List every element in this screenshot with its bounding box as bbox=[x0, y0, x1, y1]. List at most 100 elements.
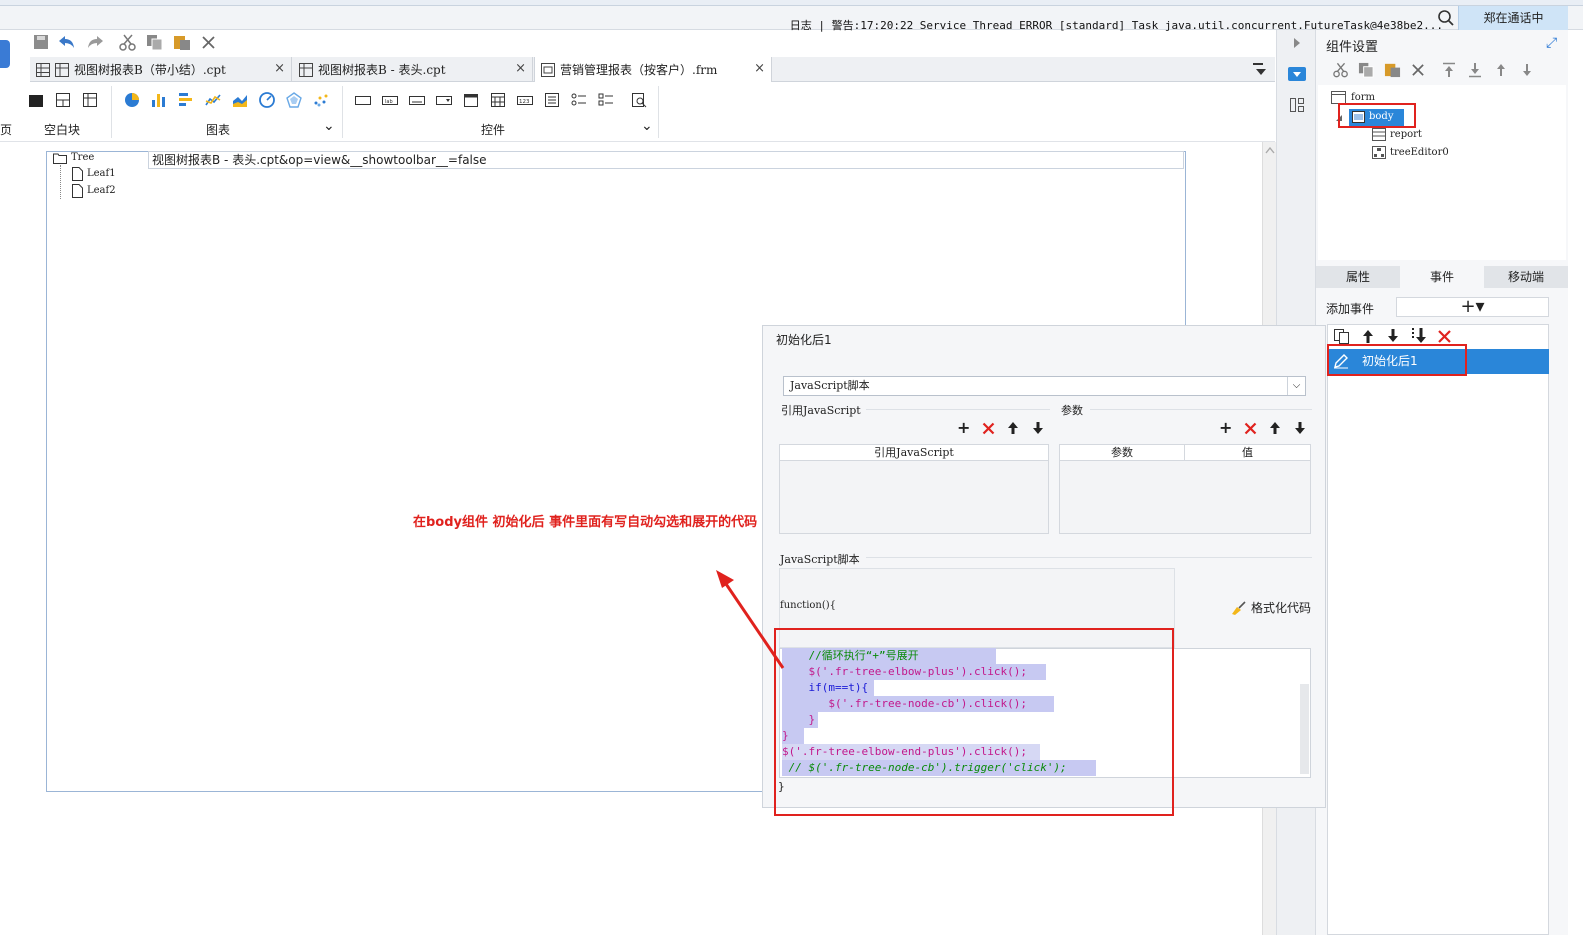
broom-icon bbox=[1232, 601, 1246, 615]
close-icon[interactable]: × bbox=[515, 61, 526, 76]
layout-icon[interactable] bbox=[1289, 97, 1305, 113]
tab-tree-report-header[interactable]: 视图树报表B - 表头.cpt × bbox=[293, 57, 533, 82]
ref-js-table[interactable]: 引用JavaScript bbox=[779, 444, 1049, 534]
move-up-icon[interactable] bbox=[1494, 62, 1508, 78]
tab-tree-report-subtotal[interactable]: 视图树报表B（带小结）.cpt × bbox=[30, 57, 292, 82]
chevron-down-icon[interactable]: ⌵ bbox=[1287, 377, 1305, 395]
pin-icon[interactable]: ⤢ bbox=[1546, 35, 1557, 51]
blank-block-icon[interactable] bbox=[28, 92, 44, 108]
event-type-select[interactable]: JavaScript脚本 bbox=[783, 376, 1306, 396]
user-status[interactable]: 郑在通话中 bbox=[1458, 6, 1568, 31]
move-down-icon[interactable] bbox=[1294, 421, 1306, 435]
calendar-widget-icon[interactable] bbox=[490, 92, 506, 108]
cut-icon[interactable] bbox=[119, 34, 137, 51]
delete-icon[interactable] bbox=[1411, 63, 1425, 77]
tree-leaf-label[interactable]: Leaf1 bbox=[87, 168, 116, 179]
tab-marketing-report[interactable]: 营销管理报表（按客户）.frm × bbox=[534, 57, 772, 82]
tab-events[interactable]: 事件 bbox=[1400, 266, 1484, 288]
delete-param-icon[interactable] bbox=[1244, 422, 1257, 435]
tree-node-tree-editor[interactable]: treeEditor0 bbox=[1390, 147, 1449, 158]
paste-icon[interactable] bbox=[173, 33, 191, 51]
close-icon[interactable]: × bbox=[274, 61, 285, 76]
gauge-chart-icon[interactable] bbox=[259, 92, 275, 108]
copy-icon[interactable] bbox=[1358, 62, 1374, 78]
move-bottom-icon[interactable] bbox=[1468, 62, 1482, 78]
radio-group-widget-icon[interactable] bbox=[571, 92, 587, 108]
widget-ribbon bbox=[0, 82, 1275, 142]
delete-ref-js-icon[interactable] bbox=[982, 422, 995, 435]
undo-icon[interactable] bbox=[58, 34, 76, 50]
component-panel-toggle[interactable] bbox=[1288, 67, 1306, 81]
form-icon bbox=[541, 62, 555, 77]
report-grid-icon bbox=[36, 62, 50, 77]
code-scrollbar[interactable] bbox=[1300, 684, 1309, 774]
move-down-icon[interactable] bbox=[1520, 62, 1534, 78]
ribbon-separator bbox=[658, 86, 659, 138]
expand-right-icon[interactable] bbox=[1292, 37, 1302, 49]
save-icon[interactable] bbox=[33, 34, 49, 50]
add-param-button[interactable]: + bbox=[1219, 420, 1232, 436]
date-widget-icon[interactable] bbox=[463, 92, 479, 108]
tab-label: 视图树报表B（带小结）.cpt bbox=[74, 63, 226, 77]
checkbox-group-widget-icon[interactable] bbox=[598, 92, 614, 108]
tab-menu-icon[interactable] bbox=[1253, 63, 1267, 76]
move-up-icon[interactable] bbox=[1361, 328, 1375, 344]
add-event-button[interactable]: +▾ bbox=[1396, 297, 1549, 317]
search-icon[interactable] bbox=[1437, 9, 1455, 27]
report-url-field[interactable]: 视图树报表B - 表头.cpt&op=view&__showtoolbar__=… bbox=[148, 151, 1184, 169]
dialog-title: 初始化后1 bbox=[776, 333, 832, 347]
combobox-widget-icon[interactable] bbox=[436, 92, 452, 108]
radar-chart-icon[interactable] bbox=[286, 92, 302, 108]
bar-chart-icon[interactable] bbox=[151, 92, 167, 108]
hbar-chart-icon[interactable] bbox=[178, 92, 194, 108]
tab-label: 视图树报表B - 表头.cpt bbox=[318, 63, 446, 77]
redo-icon[interactable] bbox=[86, 34, 104, 50]
highlight-event-item bbox=[1327, 344, 1467, 376]
remove-event-icon[interactable] bbox=[1437, 329, 1452, 344]
split-horizontal-icon[interactable] bbox=[55, 92, 71, 108]
split-grid-icon[interactable] bbox=[82, 92, 98, 108]
paste-icon[interactable] bbox=[1384, 61, 1401, 78]
move-top-icon[interactable] bbox=[1442, 62, 1456, 78]
move-down-icon[interactable] bbox=[1032, 421, 1044, 435]
close-icon[interactable]: × bbox=[754, 61, 765, 76]
label-widget-icon[interactable]: lab bbox=[382, 92, 398, 108]
tree-leaf-label[interactable]: Leaf2 bbox=[87, 185, 116, 196]
tab-bar: 视图树报表B（带小结）.cpt × 视图树报表B - 表头.cpt × 营销管理… bbox=[30, 57, 1275, 82]
report-grid-icon bbox=[1372, 128, 1386, 141]
dropdown-icon bbox=[1293, 72, 1301, 77]
move-up-icon[interactable] bbox=[1269, 421, 1281, 435]
tab-properties[interactable]: 属性 bbox=[1316, 266, 1400, 288]
area-chart-icon[interactable] bbox=[232, 92, 248, 108]
chevron-down-icon[interactable]: ⌄ bbox=[641, 118, 653, 134]
format-code-button[interactable]: 格式化代码 bbox=[1251, 599, 1311, 616]
add-event-label: 添加事件 bbox=[1326, 302, 1375, 316]
scroll-up-icon[interactable] bbox=[1265, 146, 1275, 154]
move-down-icon[interactable] bbox=[1386, 328, 1400, 344]
tree-node-form[interactable]: form bbox=[1351, 92, 1375, 103]
sort-down-icon[interactable] bbox=[1411, 327, 1428, 344]
move-up-icon[interactable] bbox=[1007, 421, 1019, 435]
button-widget-icon[interactable] bbox=[355, 92, 371, 108]
tree-editor-icon bbox=[1372, 146, 1386, 159]
line-chart-icon[interactable] bbox=[205, 92, 221, 108]
chevron-down-icon[interactable]: ⌄ bbox=[323, 118, 335, 134]
params-table[interactable]: 参数 值 bbox=[1059, 444, 1311, 534]
svg-text:lab: lab bbox=[385, 99, 393, 105]
pie-chart-icon[interactable] bbox=[124, 92, 140, 108]
textarea-widget-icon[interactable] bbox=[544, 92, 560, 108]
scatter-chart-icon[interactable] bbox=[313, 92, 329, 108]
preview-widget-icon[interactable] bbox=[631, 92, 647, 108]
cut-icon[interactable] bbox=[1333, 62, 1349, 78]
copy-icon[interactable] bbox=[146, 34, 163, 51]
tree-widget[interactable]: Tree Leaf1 Leaf2 bbox=[50, 151, 146, 211]
number-widget-icon[interactable]: 123 bbox=[517, 92, 533, 108]
svg-text:123: 123 bbox=[519, 99, 530, 105]
delete-icon[interactable] bbox=[201, 35, 216, 50]
tab-mobile[interactable]: 移动端 bbox=[1484, 266, 1568, 288]
copy-event-icon[interactable] bbox=[1334, 329, 1349, 344]
param-column-header: 参数 bbox=[1060, 445, 1185, 461]
textfield-widget-icon[interactable] bbox=[409, 92, 425, 108]
add-ref-js-button[interactable]: + bbox=[957, 420, 970, 436]
tree-node-report[interactable]: report bbox=[1390, 129, 1422, 140]
